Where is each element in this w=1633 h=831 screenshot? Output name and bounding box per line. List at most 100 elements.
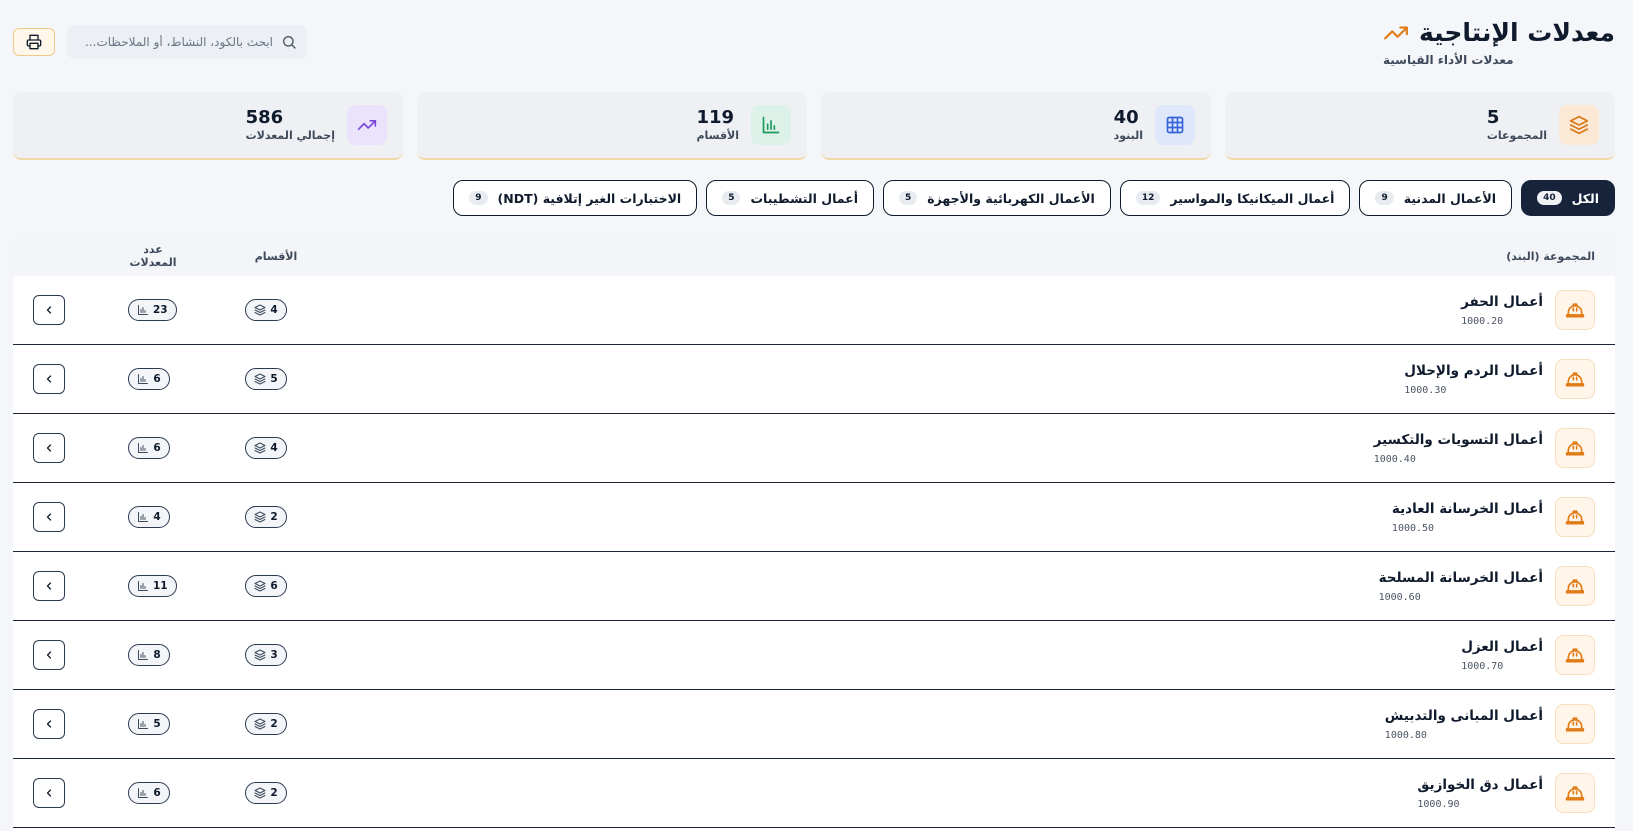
tab-ndt[interactable]: الاختبارات الغير إتلافية (NDT) 9 xyxy=(453,180,698,216)
stat-card-total-rates: 586 إجمالي المعدلات xyxy=(13,92,403,160)
expand-row-button[interactable] xyxy=(33,502,65,532)
stat-text: 586 إجمالي المعدلات xyxy=(245,107,335,143)
tab-label: الأعمال المدنية xyxy=(1403,190,1497,206)
tab-count: 5 xyxy=(722,191,741,205)
table-row[interactable]: أعمال التسويات والتكسير 1000.40 4 6 xyxy=(13,414,1615,483)
bar-chart-icon xyxy=(138,305,148,315)
row-text: أعمال الحفر 1000.20 xyxy=(1461,294,1543,327)
tab-count: 9 xyxy=(469,191,488,205)
expand-row-button[interactable] xyxy=(33,364,65,394)
stat-value: 119 xyxy=(696,106,735,128)
stat-card-sections: 119 الأقسام xyxy=(417,92,807,160)
stat-value: 40 xyxy=(1113,106,1139,128)
rates-count-badge: 11 xyxy=(128,575,177,597)
stat-text: 119 الأقسام xyxy=(696,106,739,142)
sections-count-badge: 2 xyxy=(245,506,287,528)
chevron-left-icon xyxy=(46,513,52,521)
row-text: أعمال الخرسانة المسلحة 1000.60 xyxy=(1379,570,1543,603)
hard-hat-icon xyxy=(1555,290,1595,330)
rates-count: 8 xyxy=(153,649,161,661)
layers-icon xyxy=(254,304,266,316)
tab-label: الاختبارات الغير إتلافية (NDT) xyxy=(497,190,682,206)
group-name: أعمال دق الخوازيق xyxy=(1417,776,1543,793)
row-text: أعمال العزل 1000.70 xyxy=(1461,639,1543,672)
tab-label: الأعمال الكهربائية والأجهزة xyxy=(927,190,1095,206)
hard-hat-icon xyxy=(1555,428,1595,468)
table-row[interactable]: أعمال الخرسانة المسلحة 1000.60 6 11 xyxy=(13,552,1615,621)
hard-hat-icon xyxy=(1555,359,1595,399)
tab-all[interactable]: الكل 40 xyxy=(1521,180,1615,216)
table-row[interactable]: أعمال المبانى والتدبيش 1000.80 2 5 xyxy=(13,690,1615,759)
search-input[interactable] xyxy=(77,35,273,49)
hard-hat-icon xyxy=(1555,773,1595,813)
hard-hat-icon xyxy=(1555,497,1595,537)
print-button[interactable] xyxy=(13,28,55,56)
rates-count: 5 xyxy=(153,718,161,730)
layers-icon xyxy=(254,718,266,730)
search-box xyxy=(67,25,307,59)
stat-label: إجمالي المعدلات xyxy=(245,129,335,143)
column-header-sections: الأقسام xyxy=(254,249,298,263)
sections-count-badge: 5 xyxy=(245,368,287,390)
table-row[interactable]: أعمال الخرسانة العادية 1000.50 2 4 xyxy=(13,483,1615,552)
tab-label: الكل xyxy=(1571,190,1599,206)
group-code: 1000.60 xyxy=(1378,591,1421,603)
bar-chart-icon xyxy=(138,719,149,729)
rates-count-badge: 5 xyxy=(128,713,170,735)
group-code: 1000.20 xyxy=(1461,315,1504,327)
group-code: 1000.40 xyxy=(1373,453,1416,465)
rates-count-badge: 6 xyxy=(128,437,170,459)
page-title: معدلات الإنتاجية xyxy=(1418,18,1615,47)
sections-count: 6 xyxy=(270,580,278,592)
expand-row-button[interactable] xyxy=(33,295,65,325)
category-tabs: الكل 40 الأعمال المدنية 9 أعمال الميكاني… xyxy=(453,180,1615,216)
table-body: أعمال الحفر 1000.20 4 23 أعمال الردم وال… xyxy=(13,276,1615,828)
tab-label: أعمال الميكانيكا والمواسير xyxy=(1170,190,1335,206)
tab-electrical-instruments[interactable]: الأعمال الكهربائية والأجهزة 5 xyxy=(883,180,1111,216)
group-name: أعمال الردم والإحلال xyxy=(1404,362,1543,379)
sections-count-badge: 3 xyxy=(245,644,287,666)
tab-count: 9 xyxy=(1375,191,1394,205)
chevron-left-icon xyxy=(46,720,52,728)
bar-chart-icon xyxy=(138,581,148,591)
tab-civil-works[interactable]: الأعمال المدنية 9 xyxy=(1359,180,1513,216)
tab-mechanical-piping[interactable]: أعمال الميكانيكا والمواسير 12 xyxy=(1119,180,1351,216)
tab-finishing-works[interactable]: أعمال التشطيبات 5 xyxy=(706,180,874,216)
group-code: 1000.70 xyxy=(1461,660,1504,672)
group-code: 1000.30 xyxy=(1404,384,1447,396)
sections-count-badge: 2 xyxy=(245,782,287,804)
table-row[interactable]: أعمال دق الخوازيق 1000.90 2 6 xyxy=(13,759,1615,828)
table-row[interactable]: أعمال العزل 1000.70 3 8 xyxy=(13,621,1615,690)
layers-icon xyxy=(254,511,266,523)
column-header-group: المجموعة (البند) xyxy=(1506,249,1595,263)
layers-icon xyxy=(254,649,266,661)
rates-count: 11 xyxy=(153,580,168,592)
rates-count: 23 xyxy=(153,304,168,316)
expand-row-button[interactable] xyxy=(33,709,65,739)
hard-hat-icon xyxy=(1555,704,1595,744)
expand-row-button[interactable] xyxy=(33,571,65,601)
row-text: أعمال المبانى والتدبيش 1000.80 xyxy=(1385,708,1543,741)
stat-card-groups: 5 المجموعات xyxy=(1225,92,1615,160)
trending-up-icon xyxy=(1383,20,1409,46)
sections-count: 2 xyxy=(270,718,278,730)
sections-count: 2 xyxy=(270,511,278,523)
layers-icon xyxy=(254,373,266,385)
group-name: أعمال المبانى والتدبيش xyxy=(1384,707,1543,724)
sections-count-badge: 4 xyxy=(245,299,287,321)
tab-count: 12 xyxy=(1135,191,1161,205)
stat-text: 40 البنود xyxy=(1113,106,1143,143)
bar-chart-icon xyxy=(138,443,149,453)
grid-icon xyxy=(1155,105,1195,145)
stat-label: البنود xyxy=(1113,129,1143,143)
table-row[interactable]: أعمال الحفر 1000.20 4 23 xyxy=(13,276,1615,345)
rates-count: 6 xyxy=(153,787,161,799)
group-code: 1000.90 xyxy=(1417,798,1460,810)
table-row[interactable]: أعمال الردم والإحلال 1000.30 5 6 xyxy=(13,345,1615,414)
chevron-left-icon xyxy=(46,444,52,452)
stats-row: 5 المجموعات 40 البنود 119 الأقسام 586 إج… xyxy=(13,92,1615,160)
expand-row-button[interactable] xyxy=(33,433,65,463)
expand-row-button[interactable] xyxy=(33,640,65,670)
expand-row-button[interactable] xyxy=(33,778,65,808)
stat-label: المجموعات xyxy=(1486,129,1547,143)
